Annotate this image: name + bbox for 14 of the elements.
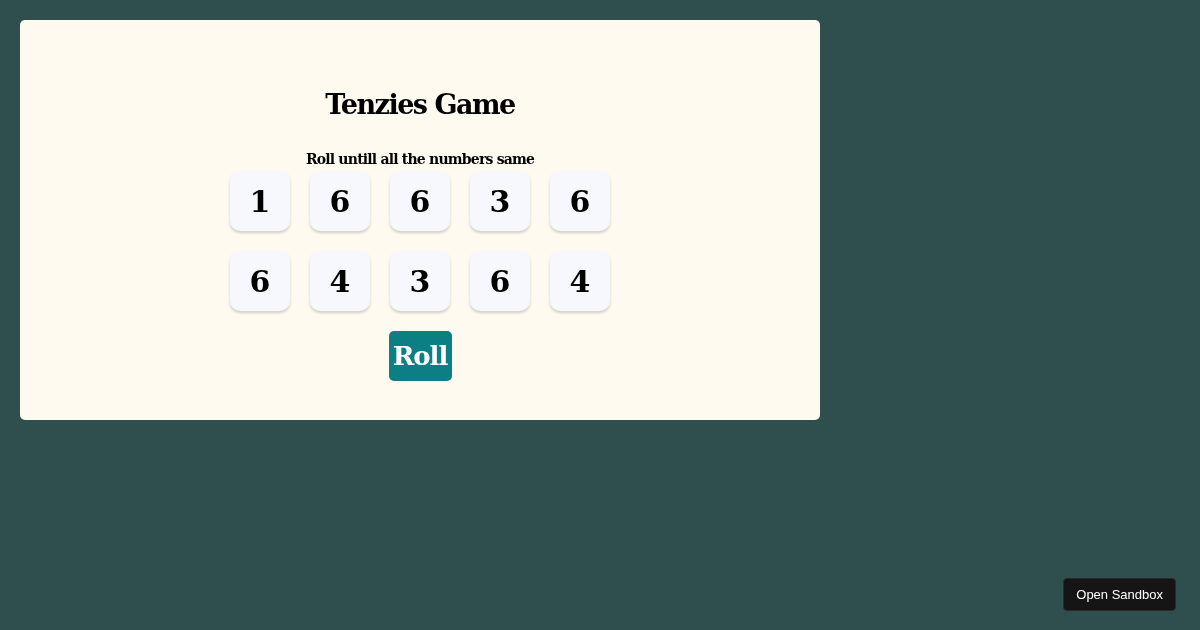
die[interactable]: 6: [230, 251, 290, 311]
die[interactable]: 3: [390, 251, 450, 311]
game-title: Tenzies Game: [325, 88, 515, 122]
die[interactable]: 4: [550, 251, 610, 311]
open-sandbox-button[interactable]: Open Sandbox: [1063, 578, 1176, 611]
instructions-text: Roll untill all the numbers same: [305, 150, 535, 168]
die[interactable]: 3: [470, 171, 530, 231]
roll-button[interactable]: Roll: [388, 331, 452, 381]
die[interactable]: 6: [310, 171, 370, 231]
die[interactable]: 1: [230, 171, 290, 231]
die[interactable]: 6: [550, 171, 610, 231]
die[interactable]: 4: [310, 251, 370, 311]
die[interactable]: 6: [390, 171, 450, 231]
die[interactable]: 6: [470, 251, 530, 311]
